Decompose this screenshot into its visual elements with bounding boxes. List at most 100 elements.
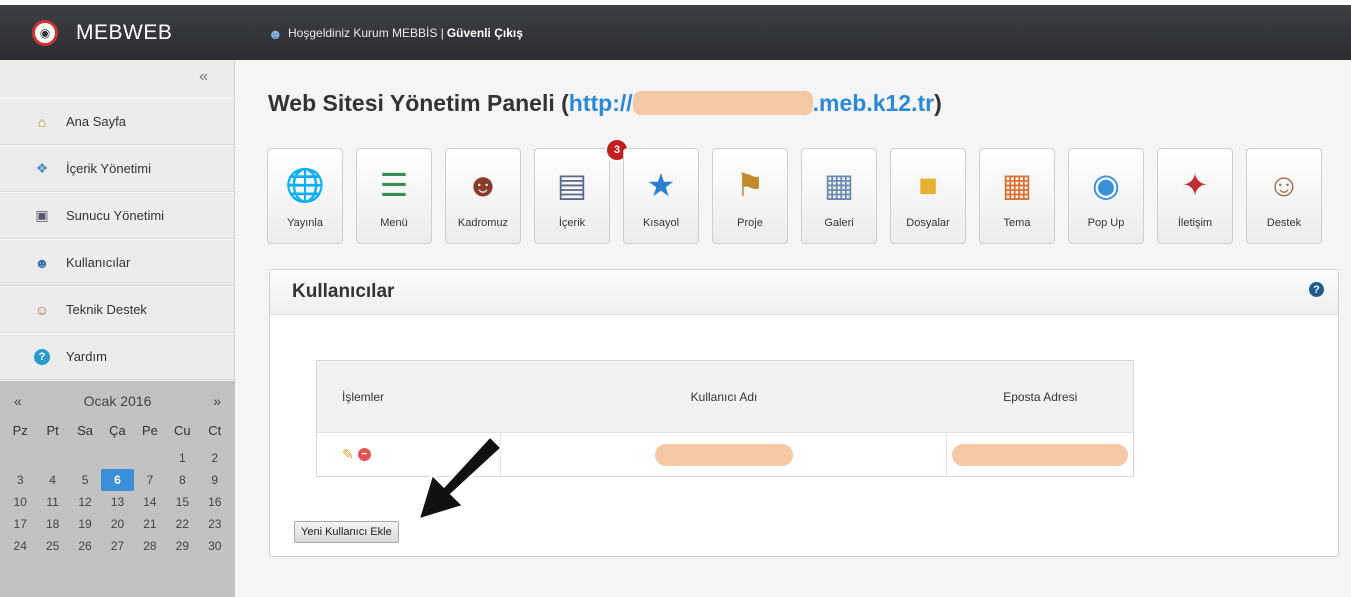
toolbar-button-label: Kadromuz [457, 217, 509, 229]
calendar-day[interactable]: 29 [166, 535, 198, 557]
calendar-day [69, 447, 101, 469]
theme-icon: ▦ [1001, 167, 1033, 203]
calendar-day-name: Pz [12, 423, 28, 438]
sidebar-item-ana-sayfa[interactable]: ⌂ Ana Sayfa [0, 98, 234, 145]
toolbar-button-kısayol[interactable]: ★ Kısayol [623, 148, 699, 244]
calendar-day[interactable]: 14 [134, 491, 166, 513]
toolbar-button-yayınla[interactable]: 🌐 Yayınla [267, 148, 343, 244]
edit-pencil-icon[interactable]: ✎ [342, 446, 354, 463]
star-icon: ★ [646, 167, 676, 203]
calendar-day[interactable]: 2 [199, 447, 231, 469]
calendar-day-name: Pt [46, 423, 59, 438]
toolbar-button-dosyalar[interactable]: ■ Dosyalar [890, 148, 966, 244]
calendar-day[interactable]: 22 [166, 513, 198, 535]
sidebar-item-teknik-destek[interactable]: ☺ Teknik Destek [0, 286, 234, 333]
calendar-day[interactable]: 7 [134, 469, 166, 491]
server-icon: ▣ [35, 207, 49, 223]
meb-logo-icon: ◉ [32, 19, 58, 46]
toolbar-button-label: Kısayol [642, 217, 680, 229]
calendar-day[interactable]: 9 [199, 469, 231, 491]
sidebar-item-yardim[interactable]: ? Yardım [0, 333, 234, 380]
toolbar-button-proje[interactable]: ⚑ Proje [712, 148, 788, 244]
sidebar-item-label: Teknik Destek [66, 302, 147, 317]
calendar-day[interactable]: 26 [69, 535, 101, 557]
calendar-day-name: Ct [208, 423, 222, 438]
calendar-day[interactable]: 12 [69, 491, 101, 513]
email-cell [947, 433, 1133, 477]
add-user-button[interactable]: Yeni Kullanıcı Ekle [294, 521, 399, 543]
panel-help-icon[interactable]: ? [1309, 282, 1324, 297]
toolbar-button-menü[interactable]: ☰ Menü [356, 148, 432, 244]
redacted-username [654, 443, 793, 466]
menu-tree-icon: ☰ [379, 167, 409, 203]
headset-icon: ☺ [1267, 166, 1301, 203]
quick-toolbar: 🌐 Yayınla ☰ Menü ☻ Kadromuz ▤ İçerik 3 ★ Kısayol ⚑ P… [267, 138, 1322, 244]
toolbar-button-tema[interactable]: ▦ Tema [979, 148, 1055, 244]
help-icon: ? [33, 348, 51, 366]
calendar-day[interactable]: 17 [4, 513, 36, 535]
calendar-day[interactable]: 19 [69, 513, 101, 535]
sidebar-item-sunucu-yonetimi[interactable]: ▣ Sunucu Yönetimi [0, 192, 234, 239]
calendar-day[interactable]: 15 [166, 491, 198, 513]
popup-icon: ◉ [1092, 167, 1120, 203]
toolbar-button-pop-up[interactable]: ◉ Pop Up [1068, 148, 1144, 244]
site-url-end[interactable]: .meb.k12.tr [813, 90, 934, 116]
calendar-day[interactable]: 18 [36, 513, 68, 535]
calendar-day[interactable]: 11 [36, 491, 68, 513]
toolbar-button-destek[interactable]: ☺ Destek [1246, 148, 1322, 244]
toolbar-button-label: İletişim [1177, 217, 1213, 229]
home-icon: ⌂ [37, 113, 47, 130]
calendar-day[interactable]: 27 [101, 535, 133, 557]
calendar-day[interactable]: 4 [36, 469, 68, 491]
gallery-icon: ▦ [823, 167, 855, 203]
sidebar-item-icerik-yonetimi[interactable]: ❖ İçerik Yönetimi [0, 145, 234, 192]
toolbar-button-i̇çerik[interactable]: ▤ İçerik 3 [534, 138, 629, 244]
calendar-day[interactable]: 24 [4, 535, 36, 557]
username-cell [501, 432, 948, 477]
article-icon: ▤ [556, 167, 588, 203]
calendar-day-today[interactable]: 6 [101, 469, 134, 491]
toolbar-button-label: Dosyalar [906, 217, 950, 229]
calendar-day[interactable]: 16 [199, 491, 231, 513]
calendar-day[interactable]: 1 [166, 447, 198, 469]
sidebar-collapse-button[interactable]: « [0, 60, 234, 98]
users-icon: ☻ [34, 254, 50, 271]
sidebar-item-kullanicilar[interactable]: ☻ Kullanıcılar [0, 239, 234, 286]
calendar-day[interactable]: 30 [199, 535, 231, 557]
calendar-prev-button[interactable]: « [14, 393, 22, 409]
calendar-day[interactable]: 28 [134, 535, 166, 557]
site-url-start[interactable]: http:// [569, 90, 633, 116]
brand[interactable]: ◉ MEBWEB [0, 5, 240, 60]
user-icon: ☻ [268, 25, 283, 42]
sidebar-item-label: Kullanıcılar [66, 255, 131, 270]
toolbar-button-kadromuz[interactable]: ☻ Kadromuz [445, 148, 521, 244]
map-pin-icon: ✦ [1181, 167, 1209, 203]
calendar-day[interactable]: 10 [4, 491, 36, 513]
calendar-day[interactable]: 23 [199, 513, 231, 535]
project-icon: ⚑ [735, 167, 765, 203]
toolbar-button-label: Pop Up [1087, 217, 1125, 229]
welcome-text: Hoşgeldiniz Kurum MEBBİS | [288, 25, 444, 40]
redacted-domain [632, 91, 813, 115]
calendar-day-name: Pe [141, 423, 158, 438]
sidebar-item-label: Ana Sayfa [66, 114, 126, 129]
support-icon: ☺ [34, 301, 50, 318]
toolbar-button-i̇letişim[interactable]: ✦ İletişim [1157, 148, 1233, 244]
logout-link[interactable]: Güvenli Çıkış [447, 26, 523, 40]
toolbar-button-galeri[interactable]: ▦ Galeri [801, 148, 877, 244]
calendar-day[interactable]: 25 [36, 535, 68, 557]
calendar-day [134, 447, 166, 469]
title-text: Web Sitesi Yönetim Paneli ( [268, 90, 569, 116]
calendar-day[interactable]: 21 [134, 513, 166, 535]
calendar-next-button[interactable]: » [213, 393, 221, 409]
staff-icon: ☻ [466, 166, 500, 203]
calendar-day[interactable]: 5 [69, 469, 101, 491]
calendar-day[interactable]: 20 [101, 513, 133, 535]
toolbar-button-label: İçerik [558, 217, 586, 229]
calendar-day[interactable]: 3 [4, 469, 36, 491]
calendar-day[interactable]: 8 [166, 469, 198, 491]
delete-icon[interactable]: − [357, 448, 371, 461]
calendar-day[interactable]: 13 [101, 491, 133, 513]
folder-icon: ■ [918, 166, 938, 203]
sidebar-item-label: Yardım [66, 349, 107, 364]
